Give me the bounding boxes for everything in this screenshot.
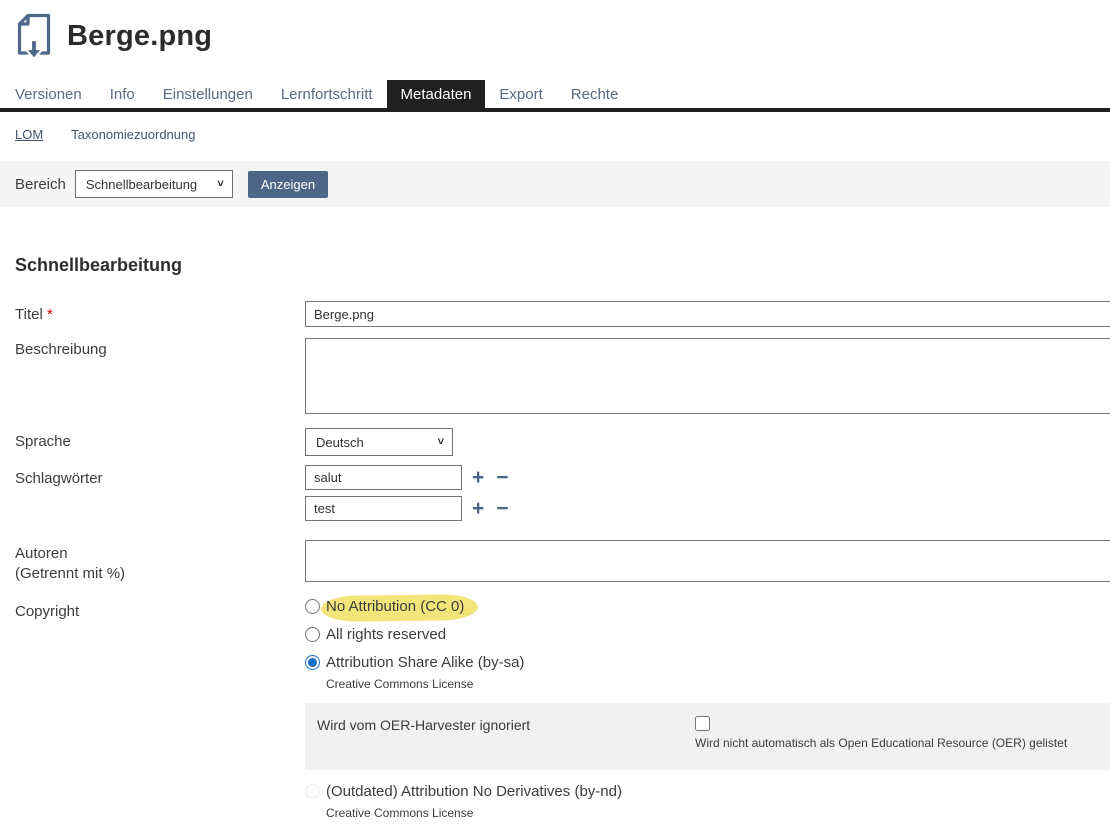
chevron-down-icon: ˅	[217, 178, 223, 190]
by-nd-radio-label[interactable]: (Outdated) Attribution No Derivatives (b…	[326, 783, 622, 800]
beschreibung-textarea[interactable]	[305, 338, 1110, 414]
subtab-lom[interactable]: LOM	[15, 127, 43, 142]
tab-lernfortschritt[interactable]: Lernfortschritt	[267, 80, 387, 108]
titel-input[interactable]	[305, 301, 1110, 327]
anzeigen-button[interactable]: Anzeigen	[248, 171, 328, 198]
tab-export[interactable]: Export	[485, 80, 556, 108]
tab-metadaten[interactable]: Metadaten	[387, 80, 486, 108]
keyword-row: + −	[305, 465, 1110, 490]
tab-bar: Versionen Info Einstellungen Lernfortsch…	[0, 80, 1110, 112]
cc0-radio-label[interactable]: No Attribution (CC 0)	[326, 598, 464, 615]
sprache-select[interactable]: Deutsch ˅	[305, 428, 453, 456]
by-sa-license-note: Creative Commons License	[326, 677, 1110, 691]
keyword-input-2[interactable]	[305, 496, 462, 521]
copyright-option-all-rights: All rights reserved	[305, 626, 1110, 643]
add-keyword-icon[interactable]: +	[472, 499, 484, 519]
schlagwoerter-label: Schlagwörter	[0, 465, 305, 489]
titel-label: Titel *	[0, 301, 305, 325]
autoren-input[interactable]	[305, 540, 1110, 582]
beschreibung-label: Beschreibung	[0, 336, 305, 360]
bereich-toolbar: Bereich Schnellbearbeitung ˅ Anzeigen	[0, 161, 1110, 207]
by-sa-radio-label[interactable]: Attribution Share Alike (by-sa)	[326, 654, 524, 671]
section-heading: Schnellbearbeitung	[15, 255, 1110, 276]
bereich-label: Bereich	[15, 176, 66, 193]
oer-harvester-label: Wird vom OER-Harvester ignoriert	[317, 716, 695, 750]
required-mark: *	[47, 306, 53, 323]
sprache-label: Sprache	[0, 428, 305, 452]
titel-row: Titel *	[0, 301, 1110, 327]
tab-info[interactable]: Info	[96, 80, 149, 108]
by-sa-radio[interactable]	[305, 655, 320, 670]
add-keyword-icon[interactable]: +	[472, 468, 484, 488]
file-download-icon	[14, 13, 54, 60]
oer-harvester-box: Wird vom OER-Harvester ignoriert Wird ni…	[305, 703, 1110, 770]
bereich-select[interactable]: Schnellbearbeitung ˅	[75, 170, 233, 198]
subtab-bar: LOM Taxonomiezuordnung	[0, 112, 1110, 142]
copyright-option-by-sa: Attribution Share Alike (by-sa)	[305, 654, 1110, 671]
sprache-select-value: Deutsch	[316, 435, 364, 450]
autoren-label: Autoren (Getrennt mit %)	[0, 540, 305, 584]
by-nd-radio[interactable]	[305, 784, 320, 799]
by-nd-license-note: Creative Commons License	[326, 806, 1110, 820]
beschreibung-row: Beschreibung	[0, 336, 1110, 419]
autoren-row: Autoren (Getrennt mit %)	[0, 540, 1110, 584]
tab-rechte[interactable]: Rechte	[557, 80, 633, 108]
chevron-down-icon: ˅	[438, 436, 444, 448]
all-rights-radio[interactable]	[305, 627, 320, 642]
bereich-select-value: Schnellbearbeitung	[86, 177, 197, 192]
oer-harvester-checkbox[interactable]	[695, 716, 710, 731]
copyright-option-by-nd: (Outdated) Attribution No Derivatives (b…	[305, 783, 1110, 800]
subtab-taxonomiezuordnung[interactable]: Taxonomiezuordnung	[71, 127, 195, 142]
remove-keyword-icon[interactable]: −	[496, 499, 508, 519]
schlagwoerter-row: Schlagwörter + − + −	[0, 465, 1110, 527]
page-title: Berge.png	[67, 20, 212, 53]
copyright-row: Copyright No Attribution (CC 0) All righ…	[0, 598, 1110, 832]
copyright-option-cc0: No Attribution (CC 0)	[305, 598, 1110, 615]
keyword-input-1[interactable]	[305, 465, 462, 490]
page-header: Berge.png	[0, 0, 1110, 60]
oer-harvester-note: Wird nicht automatisch als Open Educatio…	[695, 736, 1098, 750]
all-rights-radio-label[interactable]: All rights reserved	[326, 626, 446, 643]
copyright-label: Copyright	[0, 598, 305, 622]
remove-keyword-icon[interactable]: −	[496, 468, 508, 488]
cc0-radio[interactable]	[305, 599, 320, 614]
keyword-row: + −	[305, 496, 1110, 521]
tab-versionen[interactable]: Versionen	[0, 80, 96, 108]
tab-einstellungen[interactable]: Einstellungen	[149, 80, 267, 108]
sprache-row: Sprache Deutsch ˅	[0, 428, 1110, 456]
quick-edit-form: Titel * Beschreibung Sprache Deutsch ˅ S…	[0, 301, 1110, 832]
